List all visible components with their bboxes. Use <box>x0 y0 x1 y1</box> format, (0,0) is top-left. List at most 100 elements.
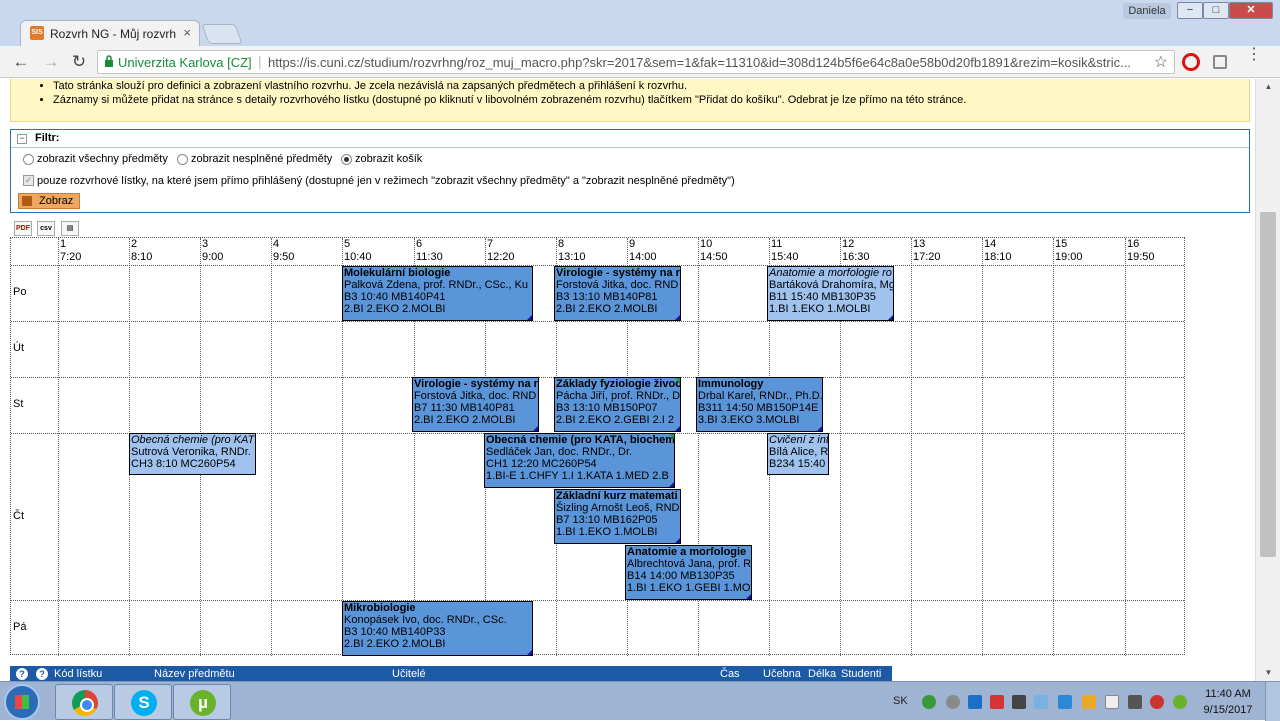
tray-dropbox-icon[interactable] <box>1058 695 1072 709</box>
event-title: Základní kurz matemati <box>556 490 678 502</box>
scroll-up-icon[interactable]: ▲ <box>1256 79 1280 95</box>
browser-titlebar: SIS Rozvrh NG - Můj rozvrh - × Daniela −… <box>0 0 1280 46</box>
event-teacher: Albrechtová Jana, prof. R <box>627 558 752 570</box>
timetable-event[interactable]: Základní kurz matemati Šizling Arnošt Leo… <box>554 489 681 544</box>
event-teacher: Sedláček Jan, doc. RNDr., Dr. <box>486 446 633 458</box>
scroll-thumb[interactable] <box>1260 212 1276 557</box>
tray-check-icon[interactable] <box>922 695 936 709</box>
filter-panel: − Filtr: zobrazit všechny předměty zobra… <box>10 129 1250 213</box>
radio-label: zobrazit košík <box>355 153 423 165</box>
pdf-export-icon[interactable]: PDF <box>14 221 32 236</box>
tray-utorrent-icon[interactable] <box>1173 695 1187 709</box>
slot-number: 8 <box>558 238 565 250</box>
address-bar[interactable]: Univerzita Karlova [CZ] | https://is.cun… <box>97 50 1175 74</box>
slot-number: 7 <box>487 238 494 250</box>
event-groups: 3.BI 3.EKO 3.MOLBI <box>698 414 800 426</box>
day-row-divider <box>11 600 1184 601</box>
timetable-event[interactable]: Základy fyziologie živoč Pácha Jiří, prof… <box>554 377 681 432</box>
back-arrow-icon[interactable]: ← <box>10 51 32 73</box>
event-title: Mikrobiologie <box>344 602 416 614</box>
col-kod[interactable]: Kód lístku <box>54 668 102 680</box>
tray-folder-icon[interactable] <box>1012 695 1026 709</box>
help-icon[interactable]: ? <box>16 668 28 680</box>
close-window-button[interactable]: ✕ <box>1229 2 1273 19</box>
event-title: Immunology <box>698 378 764 390</box>
radio-show-basket[interactable] <box>341 154 352 165</box>
lock-icon <box>104 55 118 69</box>
extension-icon[interactable] <box>1213 55 1227 69</box>
slot-number: 15 <box>1055 238 1068 250</box>
col-nazev[interactable]: Název předmětu <box>154 668 235 680</box>
slot-time: 15:40 <box>771 251 799 263</box>
vertical-scrollbar[interactable]: ▲ ▼ <box>1255 79 1280 681</box>
col-studenti[interactable]: Studenti <box>841 668 881 680</box>
tray-mute-icon[interactable] <box>1150 695 1164 709</box>
sis-favicon-icon: SIS <box>30 26 44 40</box>
scroll-down-icon[interactable]: ▼ <box>1256 665 1280 681</box>
maximize-button[interactable]: □ <box>1203 2 1229 19</box>
forward-arrow-icon[interactable]: → <box>40 51 62 73</box>
start-button[interactable] <box>4 684 40 720</box>
tray-security-icon[interactable] <box>1082 695 1096 709</box>
language-indicator[interactable]: SK <box>893 695 908 707</box>
clock-date[interactable]: 9/15/2017 <box>1203 704 1253 716</box>
bookmark-star-icon[interactable]: ☆ <box>1154 52 1168 72</box>
taskbar-utorrent[interactable]: µ <box>173 684 231 720</box>
tray-flag-icon[interactable] <box>1105 695 1119 709</box>
col-ucitele[interactable]: Učitelé <box>392 668 426 680</box>
slot-number: 9 <box>629 238 636 250</box>
col-ucebna[interactable]: Učebna <box>763 668 801 680</box>
help-icon[interactable]: ? <box>36 668 48 680</box>
event-title: Anatomie a morfologie ro <box>769 267 892 279</box>
timetable-event[interactable]: Anatomie a morfologie Albrechtová Jana, p… <box>625 545 752 600</box>
print-icon[interactable]: ▤ <box>61 221 79 236</box>
event-groups: 1.BI-E 1.CHFY 1.I 1.KATA 1.MED 2.B <box>486 470 669 482</box>
opera-extension-icon[interactable] <box>1182 53 1200 71</box>
slot-number: 14 <box>984 238 997 250</box>
windows-taskbar: S µ SK 11:40 AM 9/15/2017 <box>0 681 1280 721</box>
csv-export-icon[interactable]: csv <box>37 221 55 236</box>
timetable-event[interactable]: Mikrobiologie Konopásek Ivo, doc. RNDr., … <box>342 601 533 656</box>
radio-unfinished-subjects[interactable] <box>177 154 188 165</box>
collapse-icon[interactable]: − <box>17 134 27 144</box>
timetable-event[interactable]: Cvičení z int Bílá Alice, R B234 15:40 <box>767 433 829 475</box>
tray-update-icon[interactable] <box>1034 695 1048 709</box>
reload-icon[interactable]: ↻ <box>68 51 90 73</box>
menu-icon[interactable]: ⋮ <box>1246 47 1262 63</box>
taskbar-skype[interactable]: S <box>114 684 172 720</box>
event-groups: 2.BI 2.EKO 2.MOLBI <box>414 414 516 426</box>
event-groups: 1.BI 1.EKO 1.MOLBI <box>556 526 658 538</box>
show-button[interactable]: Zobraz <box>18 193 80 209</box>
event-teacher: Šizling Arnošt Leoš, RND <box>556 502 680 514</box>
event-title: Základy fyziologie živoč <box>556 378 681 390</box>
timetable-event[interactable]: Molekulární biologie Palková Zdena, prof.… <box>342 266 533 321</box>
taskbar-chrome[interactable] <box>55 684 113 720</box>
browser-tab[interactable]: SIS Rozvrh NG - Můj rozvrh - × <box>20 20 200 46</box>
col-cas[interactable]: Čas <box>720 668 740 680</box>
only-registered-checkbox[interactable]: ✓ <box>23 175 34 186</box>
show-desktop-button[interactable] <box>1265 682 1280 721</box>
new-tab-button[interactable] <box>201 24 243 44</box>
event-corner-marker <box>675 538 680 543</box>
tray-pdf-icon[interactable] <box>990 695 1004 709</box>
day-label: Út <box>13 342 24 354</box>
timetable-event[interactable]: Obecná chemie (pro KATA, biochem Sedláček… <box>484 433 675 488</box>
show-icon <box>22 196 32 206</box>
timetable-event[interactable]: Virologie - systémy na r Forstová Jitka, … <box>412 377 539 432</box>
clock-time[interactable]: 11:40 AM <box>1203 688 1253 700</box>
profile-badge[interactable]: Daniela <box>1123 3 1171 19</box>
timetable-event[interactable]: Anatomie a morfologie ro Bartáková Drahom… <box>767 266 894 321</box>
col-delka[interactable]: Délka <box>808 668 836 680</box>
tray-link-icon[interactable] <box>946 695 960 709</box>
tab-close-icon[interactable]: × <box>183 25 191 40</box>
slot-number: 5 <box>344 238 351 250</box>
radio-all-subjects[interactable] <box>23 154 34 165</box>
timetable-event[interactable]: Virologie - systémy na r Forstová Jitka, … <box>554 266 681 321</box>
url-text[interactable]: https://is.cuni.cz/studium/rozvrhng/roz_… <box>268 55 1148 70</box>
timetable-event[interactable]: Immunology Drbal Karel, RNDr., Ph.D. B311 … <box>696 377 823 432</box>
timetable-event[interactable]: Obecná chemie (pro KAT Sutrová Veronika, … <box>129 433 256 475</box>
tray-network-icon[interactable] <box>968 695 982 709</box>
tray-monitor-icon[interactable] <box>1128 695 1142 709</box>
event-title: Anatomie a morfologie <box>627 546 747 558</box>
minimize-button[interactable]: − <box>1177 2 1203 19</box>
